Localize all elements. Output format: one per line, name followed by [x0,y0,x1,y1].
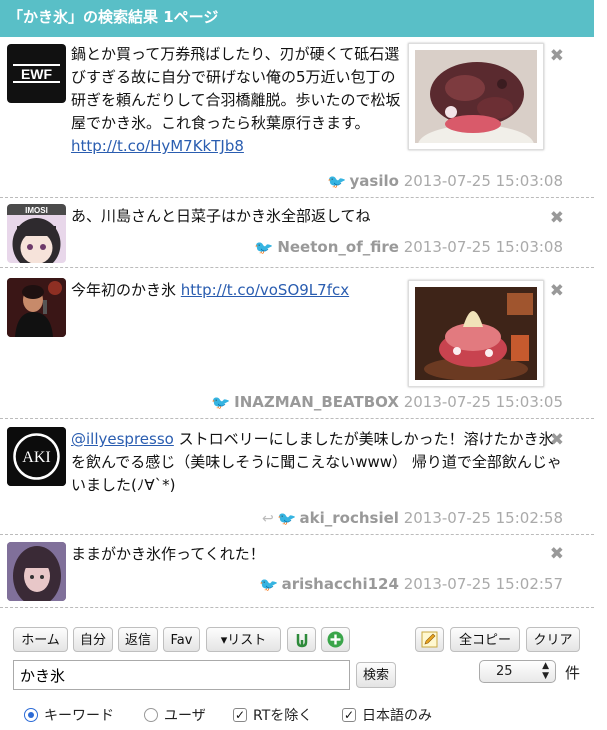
tweet-link[interactable]: http://t.co/HyM7KkTJb8 [71,137,244,155]
select-arrows-icon: ▲ ▼ [542,661,549,681]
reply-button[interactable]: 返信 [118,627,158,652]
count-value: 25 [496,664,513,679]
user-label: ユーザ [164,708,206,724]
tweet-text: 今年初のかき氷 http://t.co/voSO9L7fcx [71,281,350,299]
tweet-item: EWF 鍋とか買って万券飛ばしたり、刃が硬くて砥石選びすぎる故に自分で研げない俺… [0,37,594,198]
tweet-text: 鍋とか買って万券飛ばしたり、刃が硬くて砥石選びすぎる故に自分で研げない俺の5万近… [71,45,401,155]
tweet-meta: 🐦 INAZMAN_BEATBOX 2013-07-25 15:03:05 [211,393,563,411]
japanese-only-option[interactable]: ✓ 日本語のみ [342,705,432,725]
close-icon[interactable]: ✖ [550,48,564,65]
list-button[interactable]: ▾リスト [206,627,281,652]
tweet-photo[interactable] [408,280,544,387]
twitter-bird-icon: 🐦 [259,578,279,593]
tweet-meta: 🐦 arishacchi124 2013-07-25 15:02:57 [259,575,563,593]
branch-icon [296,634,307,648]
tweet-meta: 🐦 Neeton_of_fire 2013-07-25 15:03:08 [254,238,563,256]
imosi-text: IMOSI [25,206,48,215]
twitter-bird-icon: 🐦 [326,175,347,190]
tweet-item: ままがかき氷作ってくれた！ ✖ 🐦 arishacchi124 2013-07-… [0,535,594,608]
tweet-photo[interactable] [408,43,544,165]
close-icon[interactable]: ✖ [550,283,564,300]
aki-logo-icon[interactable]: AKI [7,427,66,486]
tweet-item: AKI @illyespresso ストロベリーにしましたが美味しかった！溶けた… [0,419,594,535]
tweet-time[interactable]: 2013-07-25 15:02:57 [404,575,563,593]
tweet-text: あ、川島さんと日菜子はかき氷全部返してね [71,207,371,225]
edit-button[interactable] [415,627,444,652]
tweet-user[interactable]: yasilo [349,172,398,190]
tweet-text: @illyespresso ストロベリーにしましたが美味しかった！溶けたかき氷を… [71,430,562,494]
ewf-logo-icon[interactable]: EWF [7,44,66,103]
tweet-time[interactable]: 2013-07-25 15:02:58 [404,509,563,527]
exclude-rt-checkbox[interactable]: ✓ [233,708,247,722]
self-button[interactable]: 自分 [73,627,113,652]
tweet-item: IMOSI あ、川島さんと日菜子はかき氷全部返してね ✖ 🐦 Neeton_of… [0,198,594,268]
keyword-radio[interactable] [24,708,38,722]
fav-button[interactable]: Fav [163,627,200,652]
search-button[interactable]: 検索 [356,662,396,688]
close-icon[interactable]: ✖ [550,546,564,563]
close-icon[interactable]: ✖ [550,210,564,227]
tweet-user[interactable]: Neeton_of_fire [277,238,399,256]
tweet-link[interactable]: http://t.co/voSO9L7fcx [181,281,349,299]
tweet-meta: 🐦 yasilo 2013-07-25 15:03:08 [326,172,563,190]
clear-button[interactable]: クリア [526,627,580,652]
pencil-icon [421,631,438,648]
ewf-logo-text: EWF [21,66,53,82]
twitter-bird-icon: 🐦 [254,241,275,256]
user-option[interactable]: ユーザ [144,705,206,725]
results-header: 「かき氷」の検索結果 1ページ [0,0,594,37]
close-icon[interactable]: ✖ [550,432,564,449]
tweet-item: 今年初のかき氷 http://t.co/voSO9L7fcx ✖ 🐦 INAZM… [0,268,594,419]
tweet-meta: ↩ 🐦 aki_rochsiel 2013-07-25 15:02:58 [262,509,563,527]
performer-avatar-icon[interactable] [7,278,66,337]
anime-avatar-icon[interactable]: IMOSI [7,204,66,263]
japanese-only-checkbox[interactable]: ✓ [342,708,356,722]
count-select[interactable]: 25 ▲ ▼ [479,660,556,683]
branch-button[interactable] [287,627,316,652]
tweet-time[interactable]: 2013-07-25 15:03:05 [404,393,563,411]
exclude-rt-label: RTを除く [253,708,313,724]
search-input[interactable] [13,660,350,690]
exclude-rt-option[interactable]: ✓ RTを除く [233,705,312,725]
user-radio[interactable] [144,708,158,722]
tweet-user[interactable]: aki_rochsiel [300,509,399,527]
copy-all-button[interactable]: 全コピー [450,627,520,652]
add-button[interactable] [321,627,350,652]
japanese-only-label: 日本語のみ [362,708,432,724]
count-unit: 件 [565,664,581,682]
tweet-time[interactable]: 2013-07-25 15:03:08 [404,238,563,256]
tweet-time[interactable]: 2013-07-25 15:03:08 [404,172,563,190]
girl-avatar-icon[interactable] [7,542,66,601]
tweet-user[interactable]: arishacchi124 [282,575,399,593]
mention-link[interactable]: @illyespresso [71,430,174,448]
twitter-bird-icon: 🐦 [211,396,231,411]
aki-logo-text: AKI [22,449,50,466]
keyword-option[interactable]: キーワード [24,705,114,725]
keyword-label: キーワード [44,708,114,724]
tweet-text: ままがかき氷作ってくれた！ [71,545,265,563]
plus-circle-icon [327,631,344,648]
home-button[interactable]: ホーム [13,627,68,652]
tweet-user[interactable]: INAZMAN_BEATBOX [234,393,399,411]
twitter-bird-icon: 🐦 [276,512,297,527]
retweet-icon[interactable]: ↩ [262,511,274,527]
